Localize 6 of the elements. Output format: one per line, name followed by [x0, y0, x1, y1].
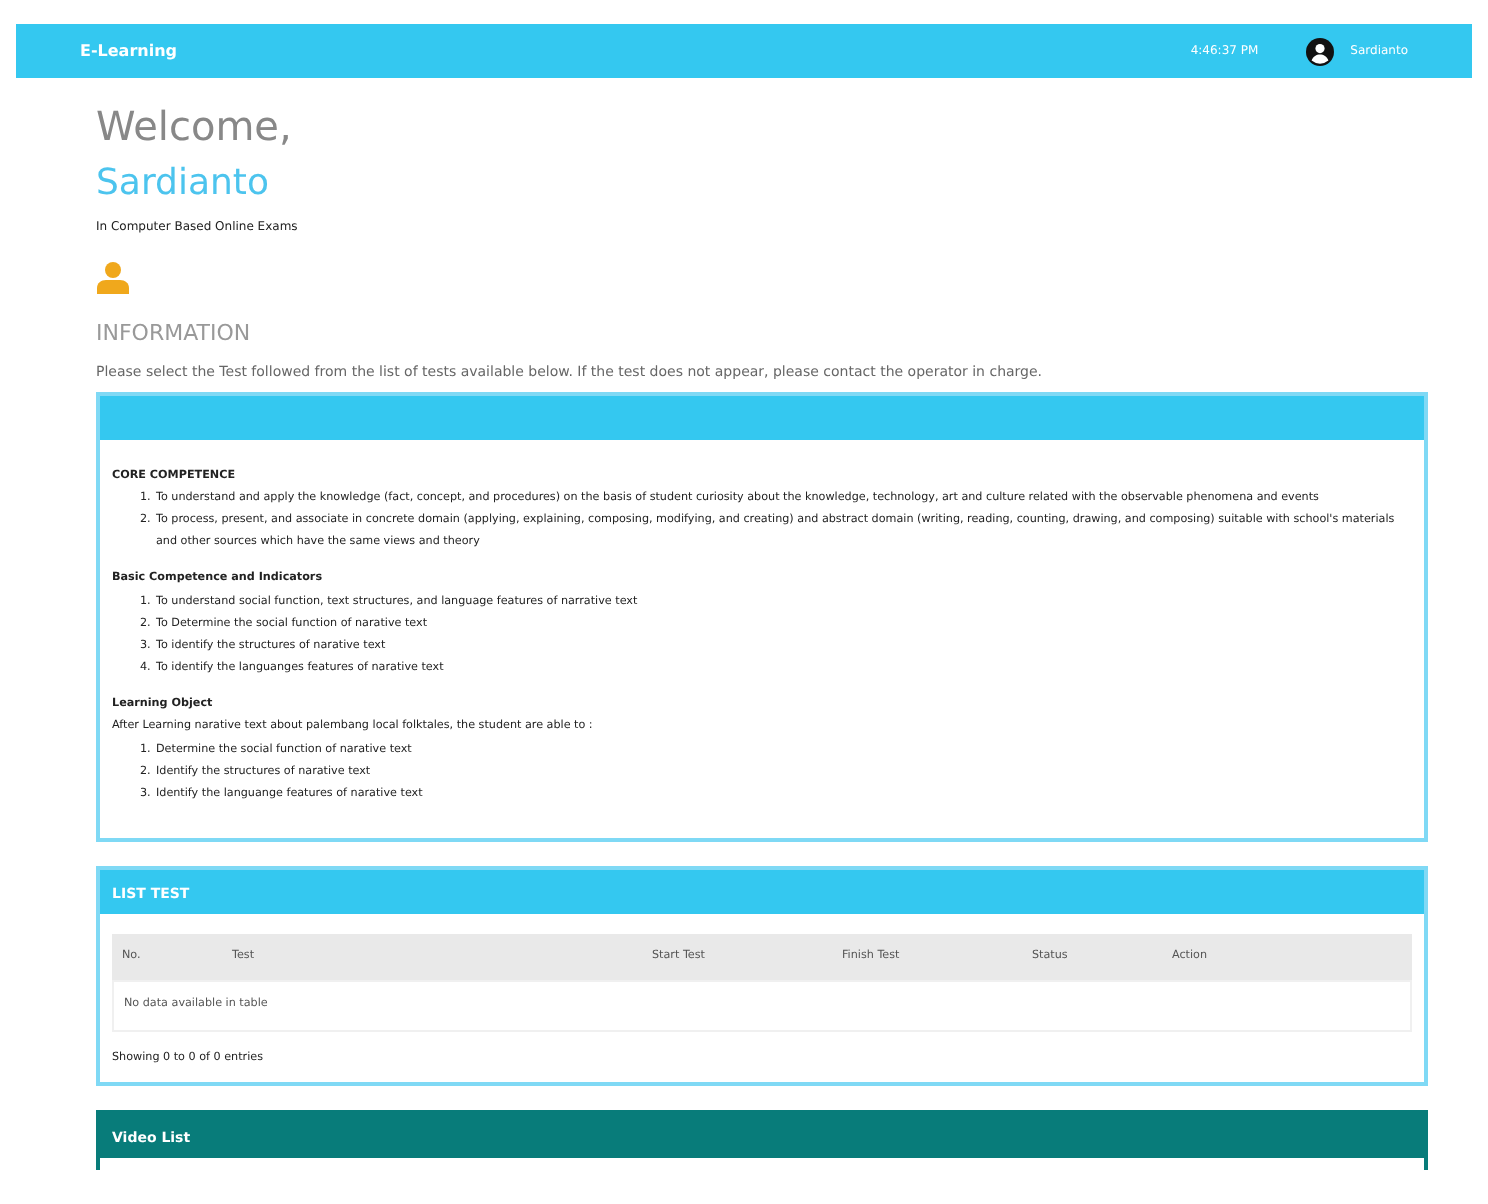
welcome-heading: Welcome, [96, 102, 294, 150]
user-icon [96, 259, 130, 294]
user-name: Sardianto [96, 162, 271, 206]
section-title: INFORMATION [96, 317, 253, 350]
brand-link[interactable]: E-Learning [80, 39, 178, 63]
user-avatar-icon [1306, 37, 1335, 65]
